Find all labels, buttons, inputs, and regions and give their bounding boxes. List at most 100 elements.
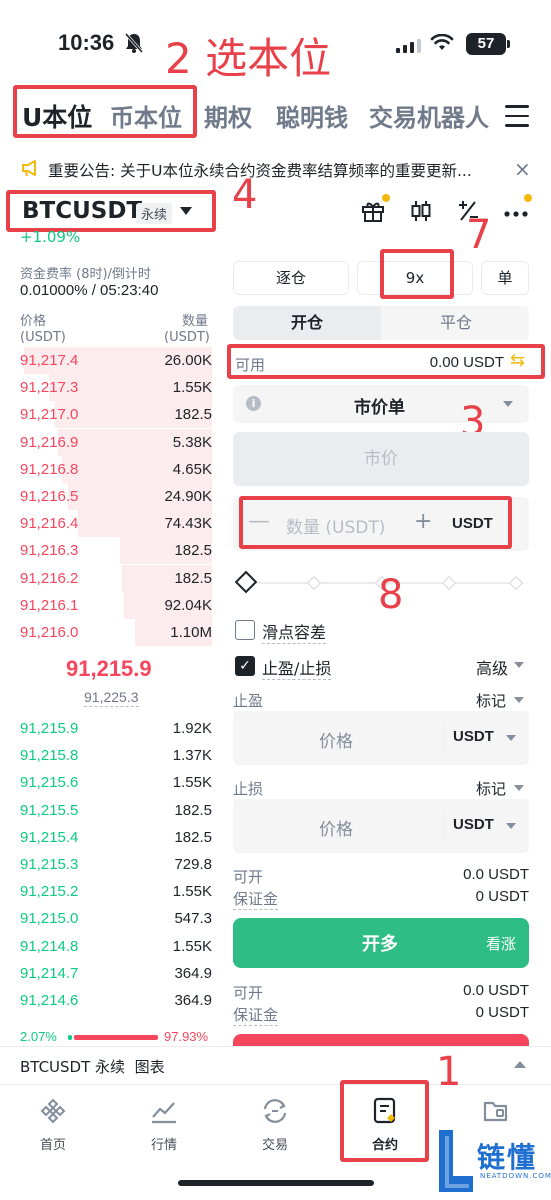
bid-price: 91,215.0 [20,910,79,928]
last-price[interactable]: 91,215.9 [66,656,152,682]
tab-usdt-margined[interactable]: U本位 [22,98,92,134]
tpsl-checkbox[interactable]: ✓ [235,656,255,676]
candlestick-chart-icon[interactable] [408,198,434,228]
home-indicator[interactable] [178,1180,374,1186]
trade-exchange-icon[interactable] [260,1097,290,1129]
sell-margin-label[interactable]: 保证金 [233,1004,279,1026]
tab-coin-margined[interactable]: 币本位 [110,98,182,133]
nav-home[interactable]: 首页 [40,1134,66,1153]
quantity-input[interactable]: 数量 (USDT) [286,513,385,538]
bid-row[interactable]: 91,215.2 1.55K [20,878,212,905]
ask-qty: 182.5 [174,406,212,424]
slippage-label[interactable]: 滑点容差 [262,619,327,644]
ask-qty: 92.04K [164,596,212,614]
position-mode-button[interactable]: 单 [481,261,529,295]
stop-loss-input[interactable]: 价格 USDT [233,799,529,853]
sell-can-open-value: 0.0 USDT [463,982,529,999]
ask-row[interactable]: 91,216.1 92.04K [20,591,212,619]
wallet-icon[interactable] [482,1098,510,1128]
bid-row[interactable]: 91,215.6 1.55K [20,769,212,796]
ask-row[interactable]: 91,217.0 182.5 [20,401,212,429]
annotation-2: 2 选本位 [165,34,332,83]
bid-price: 91,215.3 [20,856,79,873]
ask-row[interactable]: 91,216.8 4.65K [20,455,212,483]
ask-price: 91,217.0 [20,406,79,424]
decrease-quantity-button[interactable]: — [248,509,270,534]
chart-bar-label[interactable]: BTCUSDT 永续 图表 [20,1056,165,1077]
gift-icon[interactable] [360,198,386,228]
tab-options[interactable]: 期权 [204,98,252,133]
quantity-unit-select[interactable]: USDT [452,515,493,532]
bid-price: 91,215.6 [20,774,79,792]
buy-margin-label[interactable]: 保证金 [233,888,279,910]
bid-row[interactable]: 91,214.8 1.55K [20,933,212,960]
mark-price[interactable]: 91,225.3 [84,689,139,707]
price-input[interactable]: 市价 [233,432,529,486]
divider [443,811,444,841]
bid-qty: 1.37K [172,747,212,765]
info-icon[interactable]: i [246,396,261,411]
bid-qty: 364.9 [174,964,212,982]
tab-trading-bots[interactable]: 交易机器人 [369,98,489,133]
ask-row[interactable]: 91,216.0 1.10M [20,619,212,646]
bell-muted-icon [124,32,144,58]
advanced-select[interactable]: 高级 [476,655,508,679]
take-profit-trigger-select[interactable]: 标记 [476,690,506,711]
battery-cap [507,40,510,48]
markets-chart-icon[interactable] [150,1098,178,1128]
bid-row[interactable]: 91,215.4 182.5 [20,824,212,851]
ask-row[interactable]: 91,216.9 5.38K [20,428,212,456]
chevron-down-icon[interactable] [180,207,192,215]
close-icon[interactable]: × [514,157,531,181]
buy-can-open-value: 0.0 USDT [463,866,529,883]
stop-loss-trigger-select[interactable]: 标记 [476,778,506,799]
tab-smart-money[interactable]: 聪明钱 [276,98,348,133]
take-profit-unit[interactable]: USDT [453,728,494,745]
ask-price: 91,216.3 [20,542,79,560]
margin-mode-button[interactable]: 逐仓 [233,261,349,295]
announcement-text[interactable]: 重要公告: 关于U本位永续合约资金费率结算频率的重要更新... [48,159,472,181]
symbol-name[interactable]: BTCUSDT [22,198,142,224]
watermark-text: 链懂 [477,1141,538,1174]
ask-row[interactable]: 91,216.4 74.43K [20,510,212,538]
ask-qty: 26.00K [164,352,212,369]
bid-row[interactable]: 91,214.7 364.9 [20,960,212,987]
chevron-up-icon[interactable] [514,1061,526,1068]
battery-icon: 57 [466,33,506,55]
ask-row[interactable]: 91,216.5 24.90K [20,483,212,510]
tab-open-position[interactable]: 开仓 [233,306,381,340]
more-icon[interactable] [503,204,529,223]
slider-handle[interactable] [234,570,258,594]
perpetual-tag: 永续 [136,203,173,224]
funding-rate-label: 资金费率 (8时)/倒计时 [20,267,151,282]
slider-step[interactable] [306,575,322,591]
binance-logo-icon[interactable] [40,1098,66,1128]
menu-icon[interactable] [505,105,529,134]
ask-price: 91,216.8 [20,460,79,478]
orderbook-qty-header: 数量 [182,314,209,329]
wifi-icon [430,33,454,56]
ask-row[interactable]: 91,216.2 182.5 [20,564,212,592]
bid-row[interactable]: 91,215.9 1.92K [20,715,212,742]
take-profit-input[interactable]: 价格 USDT [233,711,529,765]
bid-row[interactable]: 91,215.8 1.37K [20,742,212,769]
nav-trade[interactable]: 交易 [262,1134,288,1153]
bid-row[interactable]: 91,215.5 182.5 [20,797,212,824]
stop-loss-unit[interactable]: USDT [453,816,494,833]
ask-row[interactable]: 91,217.4 26.00K [20,347,212,374]
sell-ratio-bar [74,1035,158,1040]
ask-row[interactable]: 91,217.3 1.55K [20,374,212,402]
bid-row[interactable]: 91,215.0 547.3 [20,905,212,932]
bid-row[interactable]: 91,214.6 364.9 [20,987,212,1014]
tab-close-position[interactable]: 平仓 [383,306,529,340]
available-value: 0.00 USDT [429,354,504,371]
tpsl-label[interactable]: 止盈/止损 [262,655,332,680]
nav-markets[interactable]: 行情 [151,1134,177,1153]
slippage-checkbox[interactable] [235,620,255,640]
transfer-icon[interactable]: ⇆ [510,350,525,371]
increase-quantity-button[interactable]: + [414,509,432,534]
slider-step[interactable] [508,575,524,591]
ask-row[interactable]: 91,216.3 182.5 [20,537,212,565]
bid-row[interactable]: 91,215.3 729.8 [20,851,212,878]
slider-step[interactable] [441,575,457,591]
